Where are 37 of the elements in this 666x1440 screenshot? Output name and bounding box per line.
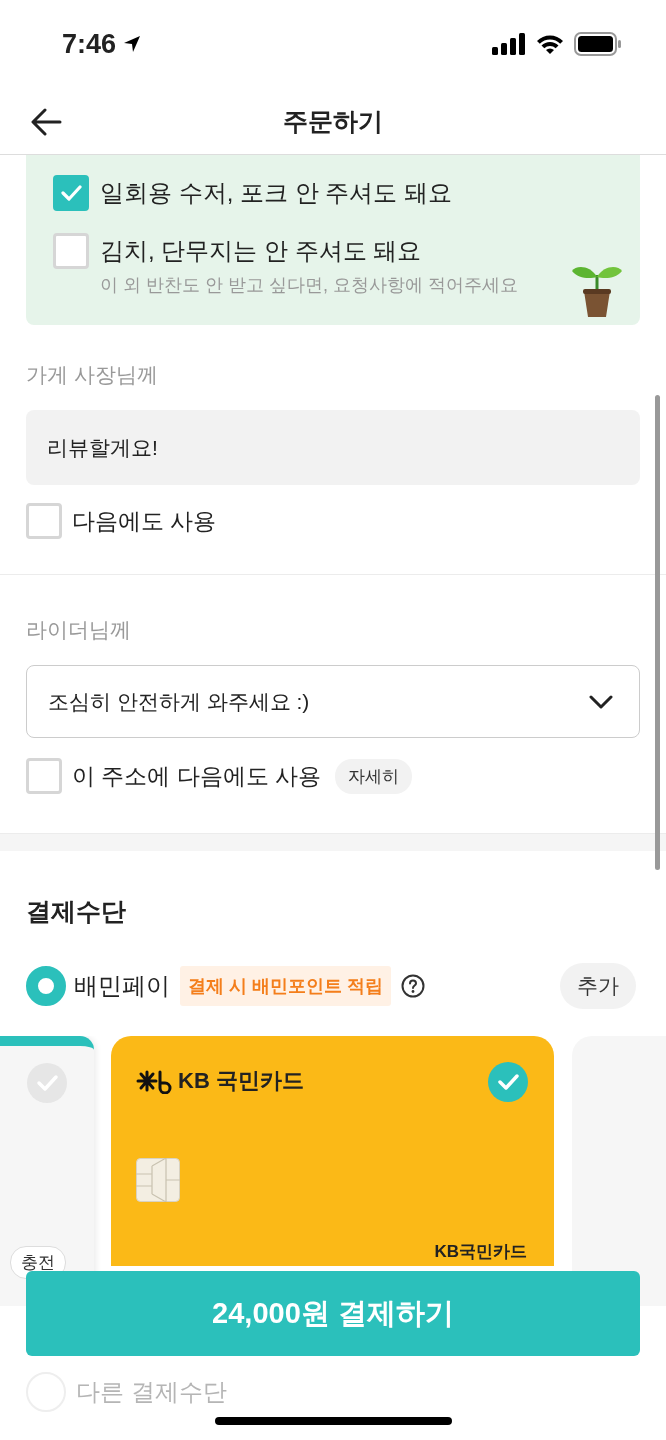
battery-icon: [574, 32, 622, 56]
back-arrow-icon[interactable]: [30, 108, 62, 136]
checkbox[interactable]: [26, 503, 62, 539]
request-field[interactable]: 리뷰할게요!: [26, 410, 640, 485]
location-arrow-icon: [122, 34, 143, 54]
page-title: 주문하기: [283, 105, 383, 137]
checkbox[interactable]: [53, 175, 89, 211]
card-chip-icon: [136, 1158, 180, 1202]
section-title: 결제수단: [26, 896, 127, 927]
section-label: 가게 사장님께: [26, 362, 159, 388]
payment-method-label: 다른 결제수단: [76, 1377, 227, 1407]
chevron-down-icon: [589, 694, 613, 709]
section-label: 라이더님께: [26, 617, 132, 643]
promo-tag: 결제 시 배민포인트 적립: [180, 966, 391, 1006]
add-button[interactable]: 추가: [560, 963, 636, 1009]
payment-method-label: 배민페이: [74, 971, 170, 1001]
card-issuer: KB 국민카드: [178, 1067, 304, 1095]
option-hint: 이 외 반찬도 안 받고 싶다면, 요청사항에 적어주세요: [100, 274, 519, 297]
star-logo-icon: [136, 1068, 172, 1094]
help-icon[interactable]: [401, 974, 425, 998]
option-label: 김치, 단무지는 안 주셔도 돼요: [100, 236, 422, 266]
request-dropdown[interactable]: 조심히 안전하게 와주세요 :): [26, 665, 640, 738]
signal-icon: [492, 33, 526, 55]
checkmark-icon: [60, 184, 82, 202]
option-label: 일회용 수저, 포크 안 주셔도 돼요: [100, 178, 452, 208]
checkbox-label: 다음에도 사용: [72, 506, 217, 536]
detail-button[interactable]: 자세히: [335, 758, 413, 794]
clock-time: 7:46: [62, 28, 117, 60]
checkbox[interactable]: [26, 758, 62, 794]
wifi-icon: [535, 33, 565, 55]
card-brand-text: KB국민카드: [434, 1241, 527, 1263]
checkbox[interactable]: [53, 233, 89, 269]
pay-card[interactable]: 충전: [0, 1036, 94, 1306]
blank-card[interactable]: [572, 1036, 666, 1306]
checkbox-label: 이 주소에 다음에도 사용: [72, 761, 322, 791]
credit-card[interactable]: KB 국민카드 KB국민카드: [111, 1036, 554, 1266]
radio-button[interactable]: [26, 966, 66, 1006]
